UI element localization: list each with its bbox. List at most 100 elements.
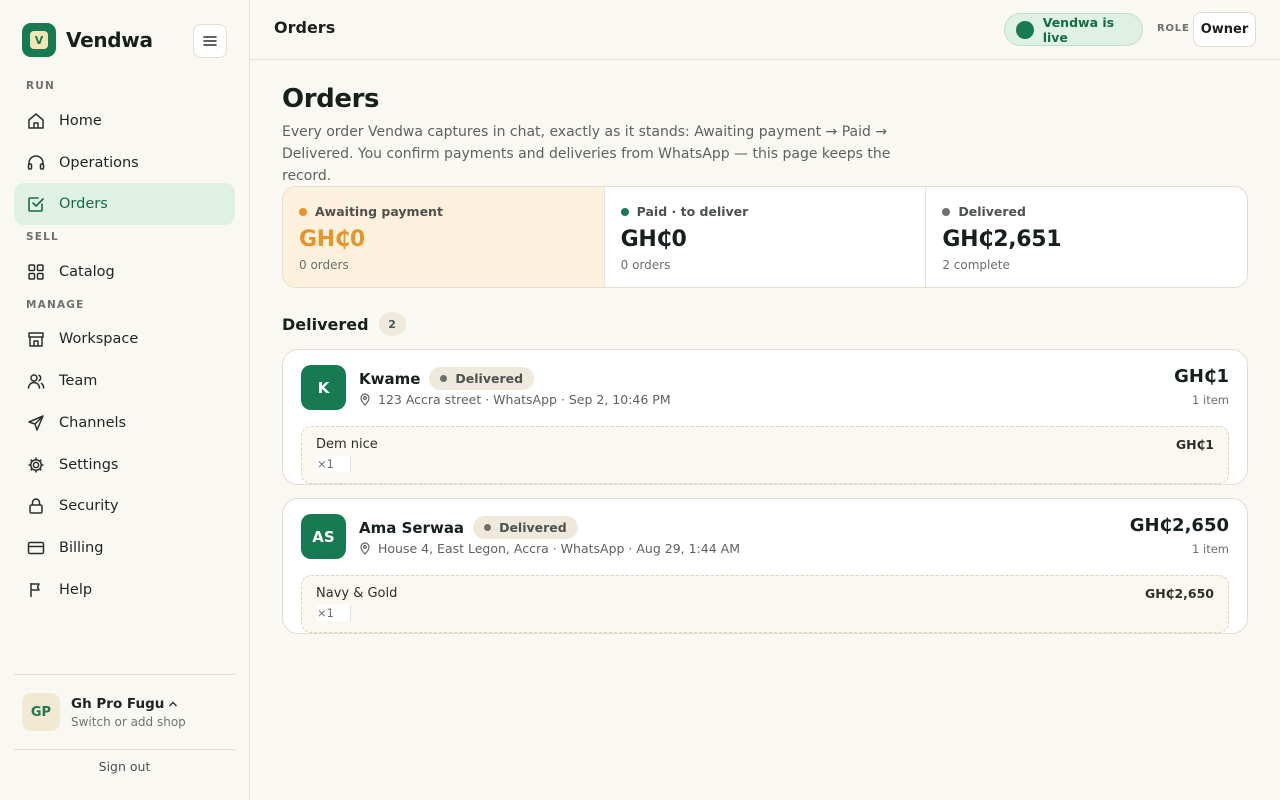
sidebar-item-label: Catalog — [59, 264, 115, 280]
gear-icon — [26, 455, 46, 475]
stat-value: GH₵0 — [620, 227, 687, 252]
sidebar-item-billing[interactable]: Billing — [14, 527, 235, 569]
sidebar-item-label: Billing — [59, 540, 104, 556]
sidebar-item-operations[interactable]: Operations — [14, 142, 235, 184]
brand-logo-icon: V — [22, 23, 56, 57]
stat-value: GH₵2,651 — [942, 227, 1062, 252]
line-item-name: Dem nice — [316, 437, 378, 452]
headset-icon — [26, 153, 46, 173]
line-item-name: Navy & Gold — [316, 586, 398, 601]
customer-avatar: K — [301, 365, 346, 410]
card-icon — [26, 538, 46, 558]
order-card[interactable]: AS Ama Serwaa Delivered House 4, East Le… — [282, 498, 1248, 634]
stat-sub: 0 orders — [620, 258, 671, 272]
sidebar-item-label: Orders — [59, 196, 108, 212]
stat-value: GH₵0 — [299, 227, 365, 252]
sidebar-item-team[interactable]: Team — [14, 360, 235, 402]
group-count-badge: 2 — [378, 312, 406, 336]
sidebar-item-label: Security — [59, 498, 119, 514]
order-line-item: Dem nice ×1 GH₵1 — [301, 426, 1229, 484]
status-badge: Delivered — [473, 516, 578, 539]
status-dot-icon — [620, 207, 629, 216]
chevron-up-icon — [169, 701, 178, 706]
menu-toggle-button[interactable] — [193, 24, 227, 58]
sidebar: V Vendwa RUN Home Operations Orders SELL… — [0, 0, 250, 800]
live-dot-icon — [1016, 20, 1034, 39]
sidebar-item-catalog[interactable]: Catalog — [14, 251, 235, 293]
order-line-item: Navy & Gold ×1 GH₵2,650 — [301, 575, 1229, 633]
line-item-qty: ×1 — [316, 456, 351, 472]
stat-label: Delivered — [958, 204, 1026, 219]
sidebar-item-settings[interactable]: Settings — [14, 444, 235, 486]
status-dot-icon — [440, 375, 448, 382]
status-dot-icon — [299, 207, 307, 216]
brand-name: Vendwa — [66, 28, 153, 52]
brand-logo-letter: V — [30, 31, 48, 49]
stat-label: Awaiting payment — [315, 204, 443, 219]
stat-delivered[interactable]: Delivered GH₵2,651 2 complete — [926, 187, 1247, 287]
sidebar-item-workspace[interactable]: Workspace — [14, 318, 235, 360]
customer-avatar: AS — [301, 514, 346, 559]
brand[interactable]: V Vendwa — [22, 23, 153, 57]
header-title: Orders — [274, 18, 336, 37]
shop-subtitle: Switch or add shop — [71, 714, 186, 729]
hamburger-icon — [203, 36, 217, 46]
order-card[interactable]: K Kwame Delivered 123 Accra street · Wha… — [282, 349, 1248, 485]
line-item-price: GH₵2,650 — [1145, 586, 1214, 601]
users-icon — [26, 371, 46, 391]
flag-icon — [26, 580, 46, 600]
shop-switcher[interactable]: GP Gh Pro Fugu Switch or add shop — [14, 674, 235, 750]
order-stats: Awaiting payment GH₵0 0 orders Paid · to… — [282, 186, 1248, 288]
home-icon — [26, 111, 46, 131]
order-items-count: 1 item — [1192, 542, 1229, 556]
customer-name: Kwame — [359, 369, 421, 388]
sidebar-item-label: Help — [59, 582, 93, 598]
status-badge: Delivered — [429, 367, 535, 390]
section-label-run: RUN — [26, 80, 55, 92]
lock-icon — [26, 496, 46, 516]
sidebar-item-label: Settings — [59, 457, 119, 473]
sidebar-item-label: Workspace — [59, 331, 139, 347]
location-pin-icon — [359, 393, 371, 406]
shop-avatar: GP — [22, 693, 60, 731]
stat-label: Paid · to deliver — [636, 204, 749, 219]
status-dot-icon — [484, 524, 492, 531]
stat-sub: 2 complete — [942, 258, 1010, 272]
sidebar-item-help[interactable]: Help — [14, 569, 235, 611]
sidebar-item-security[interactable]: Security — [14, 485, 235, 527]
live-status-badge[interactable]: Vendwa is live — [1004, 13, 1143, 46]
page-description: Every order Vendwa captures in chat, exa… — [282, 124, 891, 184]
live-status-text: Vendwa is live — [1042, 14, 1115, 45]
top-bar: Orders Vendwa is live ROLE Owner — [250, 0, 1280, 60]
checkbox-icon — [26, 194, 46, 214]
sidebar-item-label: Operations — [59, 155, 139, 171]
sidebar-item-label: Channels — [59, 415, 127, 431]
order-meta: 123 Accra street · WhatsApp · Sep 2, 10:… — [378, 392, 671, 407]
sidebar-item-label: Home — [59, 113, 102, 129]
line-item-price: GH₵1 — [1175, 437, 1214, 452]
send-icon — [26, 413, 46, 433]
order-total: GH₵1 — [1174, 366, 1229, 387]
sidebar-item-home[interactable]: Home — [14, 100, 235, 142]
section-label-manage: MANAGE — [26, 299, 85, 311]
stat-sub: 0 orders — [299, 258, 349, 272]
sidebar-item-channels[interactable]: Channels — [14, 402, 235, 444]
sidebar-item-label: Team — [59, 373, 98, 389]
customer-name: Ama Serwaa — [359, 518, 465, 537]
status-badge-label: Delivered — [455, 371, 524, 386]
sign-out-button[interactable]: Sign out — [14, 759, 235, 774]
sidebar-item-orders[interactable]: Orders — [14, 183, 235, 225]
role-select[interactable]: Owner — [1193, 12, 1256, 47]
status-dot-icon — [942, 207, 951, 216]
stat-awaiting-payment[interactable]: Awaiting payment GH₵0 0 orders — [283, 187, 605, 287]
status-badge-label: Delivered — [499, 520, 567, 535]
order-meta: House 4, East Legon, Accra · WhatsApp · … — [378, 541, 740, 556]
group-title: Delivered — [282, 314, 369, 334]
section-label-sell: SELL — [26, 231, 59, 243]
location-pin-icon — [359, 542, 371, 555]
order-items-count: 1 item — [1192, 393, 1229, 407]
group-header-delivered: Delivered 2 — [282, 312, 406, 336]
line-item-qty: ×1 — [316, 605, 351, 621]
stat-paid-to-deliver[interactable]: Paid · to deliver GH₵0 0 orders — [605, 187, 927, 287]
order-total: GH₵2,650 — [1129, 515, 1229, 536]
